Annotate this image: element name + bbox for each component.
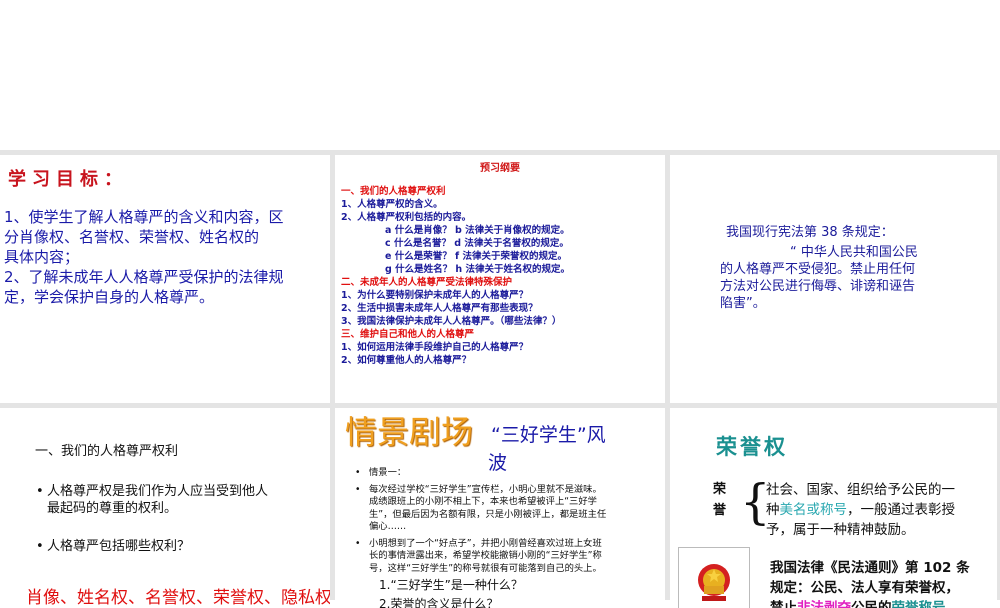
text: ，一般通过表彰授 [847, 502, 955, 518]
bullet-dot: • [355, 467, 361, 478]
slide-subtitle: “三好学生”风 [491, 424, 606, 446]
highlight-text: 荣誉称号 [891, 600, 946, 608]
outline-line: 1、如何运用法律手段维护自己的人格尊严？ [341, 342, 529, 353]
bullet-dot: • [355, 483, 361, 495]
outline-line: g 什么是姓名？ h 法律关于姓名权的规定。 [385, 264, 570, 275]
text: 禁止 [770, 600, 797, 608]
text-line: 小明想到了一个“好点子”，并把小刚曾经喜欢过班上女班 [369, 537, 602, 549]
slide-honor-right[interactable]: 荣誉权 荣 誉 { 社会、国家、组织给予公民的一 种美名或称号，一般通过表彰授 … [670, 408, 997, 608]
outline-line: e 什么是荣誉？ f 法律关于荣誉权的规定。 [385, 251, 567, 262]
side-label: 荣 [713, 482, 727, 497]
text-line: 我国法律《民法通则》第 102 条 [770, 560, 970, 576]
highlight-text: 美名或称号 [779, 502, 848, 518]
outline-line: 三、维护自己和他人的人格尊严 [341, 329, 475, 340]
slide-title: 情景剧场 [345, 413, 474, 451]
text-line: 规定：公民、法人享有荣誉权， [770, 580, 959, 596]
outline-line: 二、未成年人的人格尊严受法律特殊保护 [341, 277, 513, 288]
text-line: 社会、国家、组织给予公民的一 [766, 482, 955, 498]
slide-subtitle: 波 [488, 452, 508, 474]
text-line: 长的事情泄露出来，希望学校能撤销小刚的“三好学生”称 [369, 550, 602, 561]
side-label: 誉 [713, 503, 727, 518]
text-line: 我国现行宪法第 38 条规定： [726, 225, 894, 240]
slide-learning-goals[interactable]: 学习目标： 1、使学生了解人格尊严的含义和内容，区 分肖像权、名誉权、荣誉权、姓… [0, 155, 330, 403]
text-line: 2、了解未成年人人格尊严受保护的法律规 [4, 268, 284, 286]
text-line: 分肖像权、名誉权、荣誉权、姓名权的 [4, 228, 260, 246]
text: 公民的 [851, 600, 892, 608]
slide-grid: 学习目标： 1、使学生了解人格尊严的含义和内容，区 分肖像权、名誉权、荣誉权、姓… [0, 150, 1000, 608]
text-line: 情景一： [369, 467, 407, 478]
text-line: 最起码的尊重的权利。 [47, 501, 178, 516]
slide-title: 学习目标： [8, 169, 128, 190]
text-line: 每次经过学校“三好学生”宣传栏，小明心里就不是滋味。 [369, 483, 602, 495]
text-line: 定，学会保护自身的人格尊严。 [4, 288, 215, 306]
bullet-dot: • [36, 484, 44, 499]
outline-line: c 什么是名誉？ d 法律关于名誉权的规定。 [385, 238, 569, 249]
outline-line: 3、我国法律保护未成年人人格尊严。（哪些法律？） [341, 316, 562, 327]
outline-line: 2、生活中损害未成年人人格尊严有那些表现？ [341, 303, 538, 314]
bullet-dot: • [36, 539, 44, 554]
slide-preview-outline[interactable]: 预习纲要 一、我们的人格尊严权利 1、人格尊严权的含义。 2、人格尊严权利包括的内容… [335, 155, 665, 403]
outline-line: 2、人格尊严权利包括的内容。 [341, 212, 472, 223]
outline-line: a 什么是肖像？ b 法律关于肖像权的规定。 [385, 225, 570, 236]
bullet-dot: • [355, 537, 361, 549]
slide-dignity-rights[interactable]: 一、我们的人格尊严权利 • 人格尊严权是我们作为人应当受到他人 最起码的尊重的权… [0, 408, 330, 608]
national-emblem-icon [698, 564, 730, 601]
outline-line: 2、如何尊重他人的人格尊严？ [341, 355, 472, 366]
text: 种 [766, 502, 780, 518]
text-line: 人格尊严包括哪些权利？ [47, 539, 191, 554]
text-line: 成绩跟班上的小刚不相上下，本来也希望被评上“三好学 [369, 496, 597, 507]
text-line: 1、使学生了解人格尊严的含义和内容，区 [4, 208, 284, 226]
question: 1.“三好学生”是一种什么？ [379, 578, 523, 592]
heading: 一、我们的人格尊严权利 [35, 444, 179, 459]
text-line: 陷害”。 [720, 296, 766, 311]
answer-text: 肖像、姓名权、名誉权、荣誉权、隐私权 [26, 588, 330, 608]
text-line: 种美名或称号，一般通过表彰授 [766, 500, 955, 520]
highlight-text: 非法剥夺 [797, 600, 851, 608]
text-line: 偏心…… [369, 521, 407, 532]
outline-line: 1、为什么要特别保护未成年人的人格尊严？ [341, 290, 529, 301]
text-line: 予，属于一种精神鼓励。 [766, 522, 915, 538]
slide-scenario[interactable]: 情景剧场 “三好学生”风 波 • 情景一： • 每次经过学校“三好学生”宣传栏，小明心… [335, 408, 665, 608]
outline-line: 一、我们的人格尊严权利 [341, 186, 446, 197]
text-line: 具体内容； [4, 248, 80, 266]
slide-body: 1、使学生了解人格尊严的含义和内容，区 分肖像权、名誉权、荣誉权、姓名权的 具体… [4, 207, 324, 307]
slide-title: 荣誉权 [716, 434, 788, 459]
text-line: 生”，但最后因为名额有限，只是小刚被评上，都是班主任 [369, 508, 607, 520]
emblem-frame [678, 547, 750, 608]
text-line: 号，这样“三好学生”的称号就很有可能落到自己的头上。 [369, 562, 602, 574]
slide-constitution[interactable]: 我国现行宪法第 38 条规定： “ 中华人民共和国公民 的人格尊严不受侵犯。禁止… [670, 155, 997, 403]
slide-title: 预习纲要 [480, 163, 520, 174]
outline-line: 1、人格尊严权的含义。 [341, 199, 443, 210]
question: 2.荣誉的含义是什么？ [379, 597, 499, 608]
text-line: 人格尊严权是我们作为人应当受到他人 [47, 484, 269, 499]
